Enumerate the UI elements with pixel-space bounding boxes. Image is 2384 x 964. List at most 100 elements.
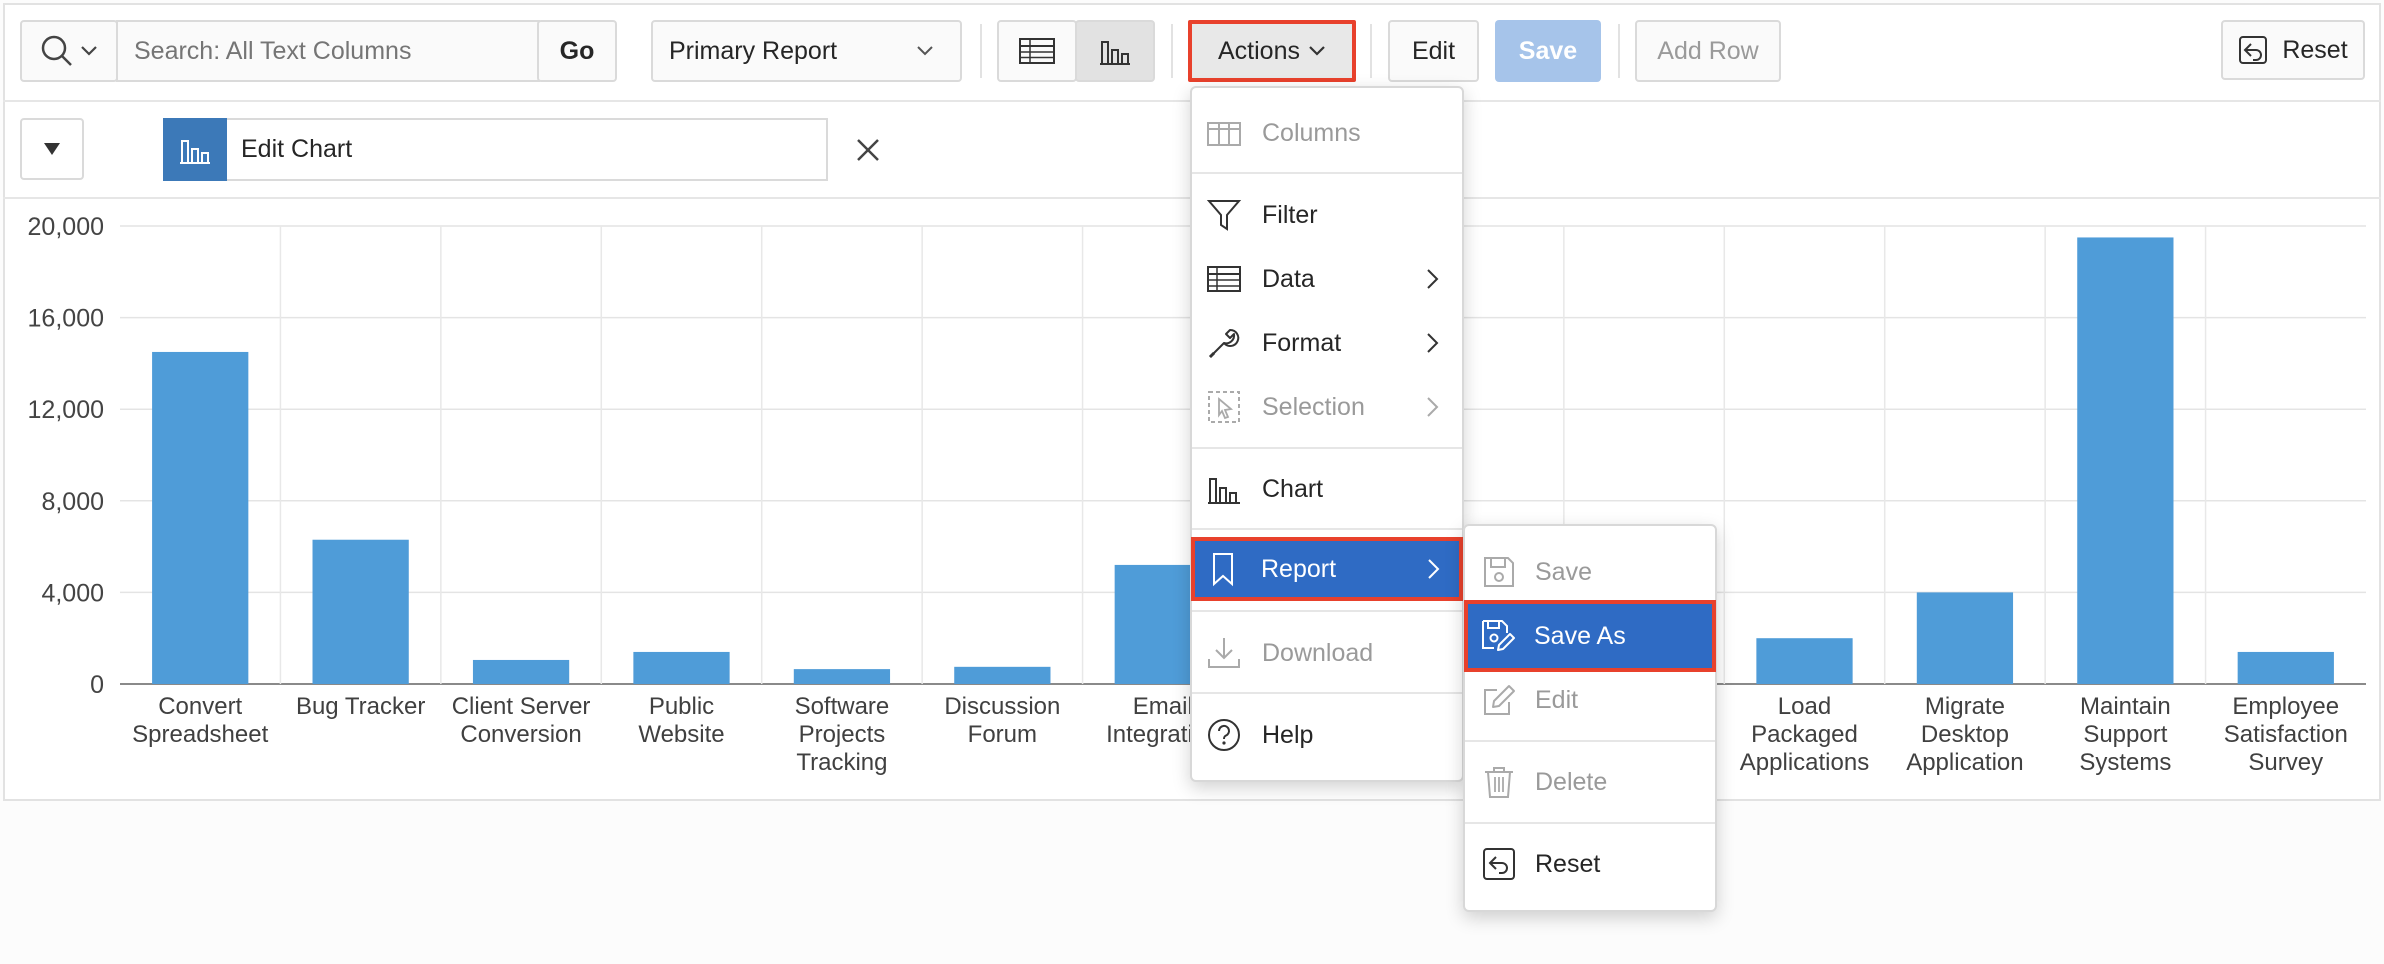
reset-icon	[1481, 846, 1517, 882]
menu-item-label: Reset	[1535, 849, 1601, 878]
menu-item-label: Selection	[1262, 392, 1365, 421]
menu-item-label: Report	[1261, 554, 1337, 583]
x-tick-label: Software	[795, 693, 890, 720]
bar	[1916, 592, 2014, 684]
toolbar-separator	[1370, 24, 1372, 78]
help-icon	[1206, 717, 1242, 753]
actions-label: Actions	[1218, 36, 1300, 65]
table-icon	[1019, 38, 1055, 64]
view-report-button[interactable]	[997, 20, 1077, 82]
menu-item-selection[interactable]: Selection	[1192, 384, 1462, 430]
menu-item-label: Save	[1535, 557, 1592, 586]
chevron-down-icon	[1308, 45, 1326, 57]
submenu-item-save[interactable]: Save	[1465, 549, 1715, 595]
bar	[312, 539, 409, 684]
save-button[interactable]: Save	[1495, 20, 1601, 82]
bar	[1756, 638, 1853, 684]
floppy-disk-icon	[1481, 554, 1517, 590]
search-input[interactable]	[116, 20, 540, 82]
menu-item-label: Save As	[1534, 621, 1626, 650]
bar	[2237, 651, 2334, 684]
y-tick-label: 16,000	[28, 305, 104, 333]
y-tick-label: 0	[90, 671, 104, 699]
bar	[954, 666, 1051, 684]
bookmark-icon	[1205, 551, 1241, 587]
search-column-selector[interactable]	[20, 20, 118, 82]
x-tick-label: Forum	[968, 721, 1037, 748]
report-select[interactable]: Primary Report	[651, 20, 962, 82]
add-row-button[interactable]: Add Row	[1635, 20, 1781, 82]
bar-chart-icon	[1098, 36, 1132, 66]
menu-item-label: Format	[1262, 328, 1342, 357]
x-tick-label: Applications	[1740, 749, 1869, 776]
reset-icon	[2238, 35, 2268, 65]
search-icon	[40, 34, 74, 68]
menu-item-chart[interactable]: Chart	[1192, 466, 1462, 512]
y-tick-label: 12,000	[28, 396, 104, 424]
menu-separator	[1465, 822, 1715, 824]
bar	[152, 351, 249, 684]
bar	[633, 651, 730, 684]
menu-separator	[1192, 610, 1462, 612]
bar	[793, 669, 891, 684]
remove-setting-button[interactable]	[852, 134, 884, 166]
x-tick-label: Bug Tracker	[296, 693, 425, 720]
toolbar-separator	[1171, 24, 1173, 78]
chevron-down-icon	[80, 45, 98, 57]
menu-item-download[interactable]: Download	[1192, 630, 1462, 676]
bar	[2077, 237, 2174, 684]
submenu-item-delete[interactable]: Delete	[1465, 759, 1715, 805]
x-tick-label: Survey	[2248, 749, 2323, 776]
menu-item-columns[interactable]: Columns	[1192, 110, 1462, 156]
bar-chart-icon	[1206, 471, 1242, 507]
menu-item-label: Download	[1262, 638, 1374, 667]
save-as-icon	[1480, 618, 1516, 654]
trash-icon	[1481, 764, 1517, 800]
menu-item-report[interactable]: Report	[1191, 537, 1463, 601]
x-tick-label: Discussion	[944, 693, 1060, 720]
edit-chart-setting[interactable]: Edit Chart	[163, 118, 828, 181]
toolbar-separator	[1618, 24, 1620, 78]
download-icon	[1206, 635, 1242, 671]
chevron-down-icon	[916, 45, 934, 57]
x-tick-label: Migrate	[1925, 693, 2005, 720]
menu-item-format[interactable]: Format	[1192, 320, 1462, 366]
menu-separator	[1192, 528, 1462, 530]
x-tick-label: Client Server	[452, 693, 591, 720]
toolbar-separator	[980, 24, 982, 78]
y-tick-label: 4,000	[41, 579, 104, 607]
menu-item-help[interactable]: Help	[1192, 712, 1462, 758]
bar-chart-icon	[163, 118, 227, 181]
chevron-right-icon	[1423, 555, 1443, 583]
close-icon	[852, 134, 884, 166]
x-tick-label: Application	[1906, 749, 2023, 776]
menu-separator	[1192, 172, 1462, 174]
collapse-toggle[interactable]	[20, 118, 84, 180]
x-tick-label: Projects	[799, 721, 886, 748]
view-chart-button[interactable]	[1075, 20, 1155, 82]
x-tick-label: Employee	[2232, 693, 2339, 720]
edit-button[interactable]: Edit	[1388, 20, 1479, 82]
x-tick-label: Public	[649, 693, 714, 720]
menu-separator	[1192, 692, 1462, 694]
menu-item-data[interactable]: Data	[1192, 256, 1462, 302]
submenu-item-save-as[interactable]: Save As	[1464, 600, 1716, 672]
x-tick-label: Convert	[158, 693, 242, 720]
x-tick-label: Load	[1778, 693, 1831, 720]
x-tick-label: Tracking	[796, 749, 887, 776]
submenu-item-edit[interactable]: Edit	[1465, 677, 1715, 723]
x-tick-label: Maintain	[2080, 693, 2171, 720]
reset-button[interactable]: Reset	[2221, 20, 2365, 80]
menu-item-filter[interactable]: Filter	[1192, 192, 1462, 238]
x-tick-label: Conversion	[460, 721, 581, 748]
menu-item-label: Columns	[1262, 118, 1361, 147]
menu-item-label: Delete	[1535, 767, 1608, 796]
submenu-item-reset[interactable]: Reset	[1465, 841, 1715, 887]
go-button[interactable]: Go	[537, 20, 617, 82]
x-tick-label: Desktop	[1921, 721, 2009, 748]
wrench-icon	[1206, 325, 1242, 361]
columns-icon	[1206, 115, 1242, 151]
menu-separator	[1465, 740, 1715, 742]
actions-button[interactable]: Actions	[1188, 20, 1356, 82]
edit-icon	[1481, 682, 1517, 718]
